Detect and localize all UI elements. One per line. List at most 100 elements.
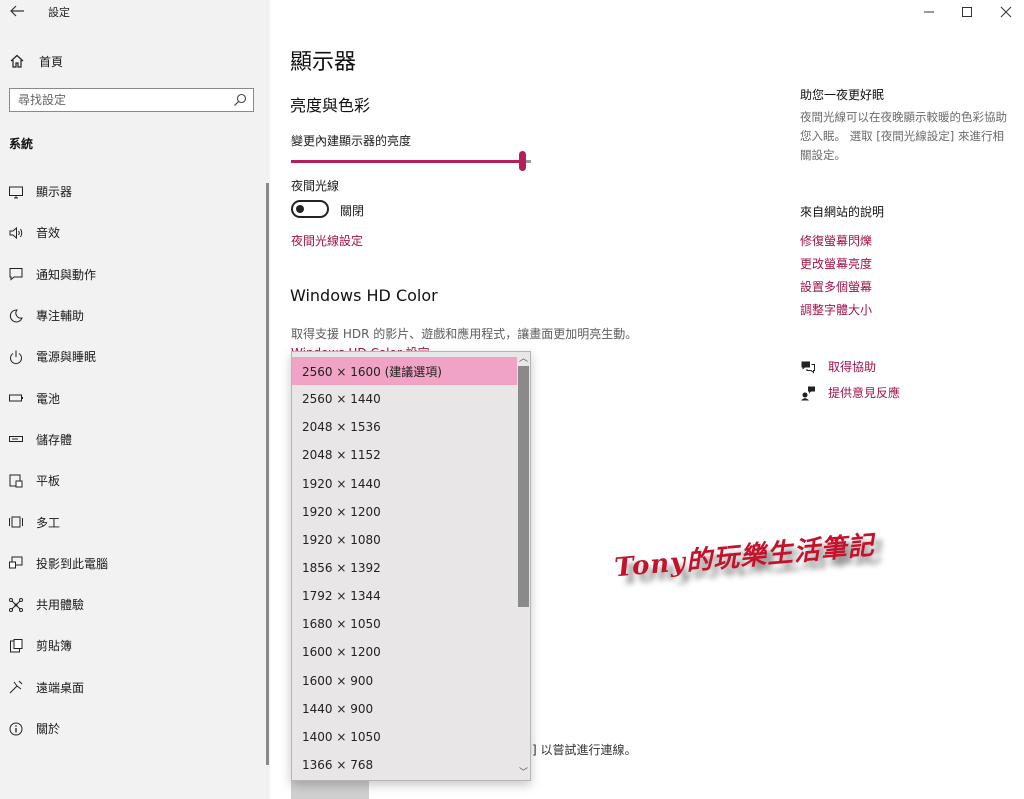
- search-box[interactable]: [9, 88, 254, 112]
- night-light-state: 關閉: [340, 204, 365, 218]
- resolution-option[interactable]: 1680 × 1050: [292, 610, 517, 638]
- sidebar-item-notifications[interactable]: 通知與動作: [0, 254, 265, 295]
- resolution-option[interactable]: 1856 × 1392: [292, 554, 517, 582]
- resolution-option[interactable]: 2048 × 1152: [292, 441, 517, 469]
- page-title: 顯示器: [290, 50, 357, 75]
- sidebar-item-home[interactable]: 首頁: [9, 51, 63, 71]
- search-input[interactable]: [10, 92, 233, 108]
- resolution-option[interactable]: 1400 × 1050: [292, 723, 517, 751]
- resolution-option[interactable]: 2048 × 1536: [292, 413, 517, 441]
- chat-help-icon: [801, 361, 815, 374]
- resolution-option[interactable]: 1440 × 900: [292, 695, 517, 723]
- help-link-fix-flicker[interactable]: 修復螢幕閃爍: [800, 233, 872, 256]
- clipboard-icon: [10, 638, 23, 653]
- sidebar-item-label: 儲存體: [36, 432, 73, 447]
- sidebar-item-label: 遠端桌面: [36, 680, 85, 695]
- sidebar-item-label: 平板: [36, 474, 61, 489]
- get-help-label: 取得協助: [828, 360, 877, 374]
- sidebar-item-label: 首頁: [39, 54, 64, 69]
- resolution-option[interactable]: 1920 × 1200: [292, 498, 517, 526]
- sidebar-item-label: 專注輔助: [36, 309, 85, 324]
- feedback-label: 提供意見反應: [828, 386, 901, 400]
- scroll-up-icon[interactable]: ︿: [518, 353, 529, 365]
- web-help-heading: 來自網站的說明: [800, 205, 885, 219]
- battery-icon: [9, 394, 23, 402]
- help-link-change-brightness[interactable]: 更改螢幕亮度: [800, 256, 872, 279]
- search-icon[interactable]: [233, 93, 247, 107]
- section-heading: 系統: [9, 137, 34, 151]
- sidebar-item-label: 剪貼簿: [36, 639, 73, 654]
- night-light-label: 夜間光線: [291, 179, 340, 193]
- night-light-toggle[interactable]: [291, 200, 329, 218]
- project-icon: [9, 556, 23, 569]
- resolution-option[interactable]: 1792 × 1344: [292, 582, 517, 610]
- sidebar-item-focus-assist[interactable]: 專注輔助: [0, 295, 265, 336]
- get-help-link[interactable]: 取得協助: [800, 358, 876, 375]
- resolution-dropdown[interactable]: 2560 × 1600 (建議選項) 2560 × 1440 2048 × 1536…: [291, 351, 531, 781]
- resolution-option[interactable]: 2560 × 1440: [292, 385, 517, 413]
- multitask-icon: [9, 516, 23, 528]
- brightness-slider-rest: [526, 160, 531, 163]
- resolution-option[interactable]: 1920 × 1080: [292, 526, 517, 554]
- brightness-heading: 亮度與色彩: [290, 96, 371, 115]
- web-help-links: 修復螢幕閃爍 更改螢幕亮度 設置多個螢幕 調整字體大小: [800, 233, 872, 325]
- feedback-link[interactable]: 提供意見反應: [800, 384, 900, 401]
- speaker-icon: [9, 226, 23, 240]
- hd-color-heading: Windows HD Color: [290, 286, 438, 305]
- connect-button[interactable]: [291, 778, 369, 799]
- hd-color-description: 取得支援 HDR 的影片、遊戲和應用程式，讓畫面更加明亮生動。: [291, 327, 638, 341]
- moon-icon: [9, 309, 23, 322]
- sidebar-item-project-to-pc[interactable]: 投影到此電腦: [0, 543, 265, 584]
- notification-icon: [9, 268, 23, 281]
- sidebar: 設定 首頁 系統 顯示器 音效 通知與動作 專注輔助: [0, 0, 270, 799]
- sidebar-nav: 顯示器 音效 通知與動作 專注輔助 電源與睡眠 電池 儲存體 平板 多工 投影到…: [0, 171, 265, 749]
- resolution-option[interactable]: 1600 × 1200: [292, 638, 517, 666]
- sidebar-item-battery[interactable]: 電池: [0, 377, 265, 418]
- minimize-icon[interactable]: [920, 3, 938, 21]
- resolution-option[interactable]: 1366 × 768: [292, 751, 517, 779]
- tablet-icon: [9, 474, 23, 488]
- sidebar-item-label: 電源與睡眠: [36, 350, 97, 365]
- feedback-icon: [801, 386, 815, 400]
- resolution-option[interactable]: 1600 × 900: [292, 667, 517, 695]
- watermark-text: Tony的玩樂生活筆記: [613, 530, 876, 584]
- sidebar-item-label: 關於: [36, 722, 61, 736]
- storage-icon: [9, 436, 23, 443]
- sidebar-item-label: 投影到此電腦: [36, 556, 109, 571]
- sidebar-item-label: 通知與動作: [36, 267, 97, 282]
- toggle-knob: [296, 205, 304, 213]
- power-icon: [10, 350, 22, 364]
- night-light-settings-link[interactable]: 夜間光線設定: [291, 232, 363, 249]
- sidebar-item-label: 共用體驗: [36, 598, 85, 613]
- remote-icon: [9, 680, 23, 694]
- brightness-slider[interactable]: [291, 151, 531, 171]
- sidebar-item-label: 多工: [36, 515, 61, 530]
- sidebar-item-about[interactable]: 關於: [0, 708, 265, 749]
- scroll-down-icon[interactable]: ﹀: [518, 767, 529, 779]
- close-icon[interactable]: [997, 3, 1015, 21]
- scrollbar-thumb[interactable]: [518, 366, 529, 607]
- sidebar-item-label: 顯示器: [36, 185, 73, 200]
- brightness-slider-thumb[interactable]: [519, 151, 526, 171]
- sidebar-item-power-sleep[interactable]: 電源與睡眠: [0, 336, 265, 377]
- back-arrow-icon[interactable]: [8, 3, 26, 19]
- resolution-option[interactable]: 1920 × 1440: [292, 470, 517, 498]
- resolution-option[interactable]: 2560 × 1600 (建議選項): [292, 357, 517, 386]
- help-link-font-size[interactable]: 調整字體大小: [800, 302, 872, 325]
- info-icon: [9, 722, 23, 735]
- sidebar-item-storage[interactable]: 儲存體: [0, 419, 265, 460]
- sleep-tip-description: 夜間光線可以在夜晚顯示較暖的色彩協助您入眠。 選取 [夜間光線設定] 來進行相關…: [800, 110, 1007, 162]
- sidebar-item-clipboard[interactable]: 剪貼簿: [0, 625, 265, 666]
- maximize-icon[interactable]: [958, 3, 976, 21]
- help-link-multiple-monitors[interactable]: 設置多個螢幕: [800, 279, 872, 302]
- sidebar-item-display[interactable]: 顯示器: [0, 171, 265, 212]
- sidebar-item-tablet[interactable]: 平板: [0, 460, 265, 501]
- sidebar-scrollbar[interactable]: [266, 183, 269, 765]
- sidebar-item-remote-desktop[interactable]: 遠端桌面: [0, 667, 265, 708]
- window-title: 設定: [48, 6, 70, 19]
- sidebar-item-sound[interactable]: 音效: [0, 212, 265, 253]
- connect-hint-text: 測] 以嘗試進行連線。: [520, 743, 637, 757]
- sidebar-item-multitasking[interactable]: 多工: [0, 501, 265, 542]
- sidebar-item-shared-experiences[interactable]: 共用體驗: [0, 584, 265, 625]
- dropdown-scrollbar[interactable]: ︿ ﹀: [517, 352, 530, 780]
